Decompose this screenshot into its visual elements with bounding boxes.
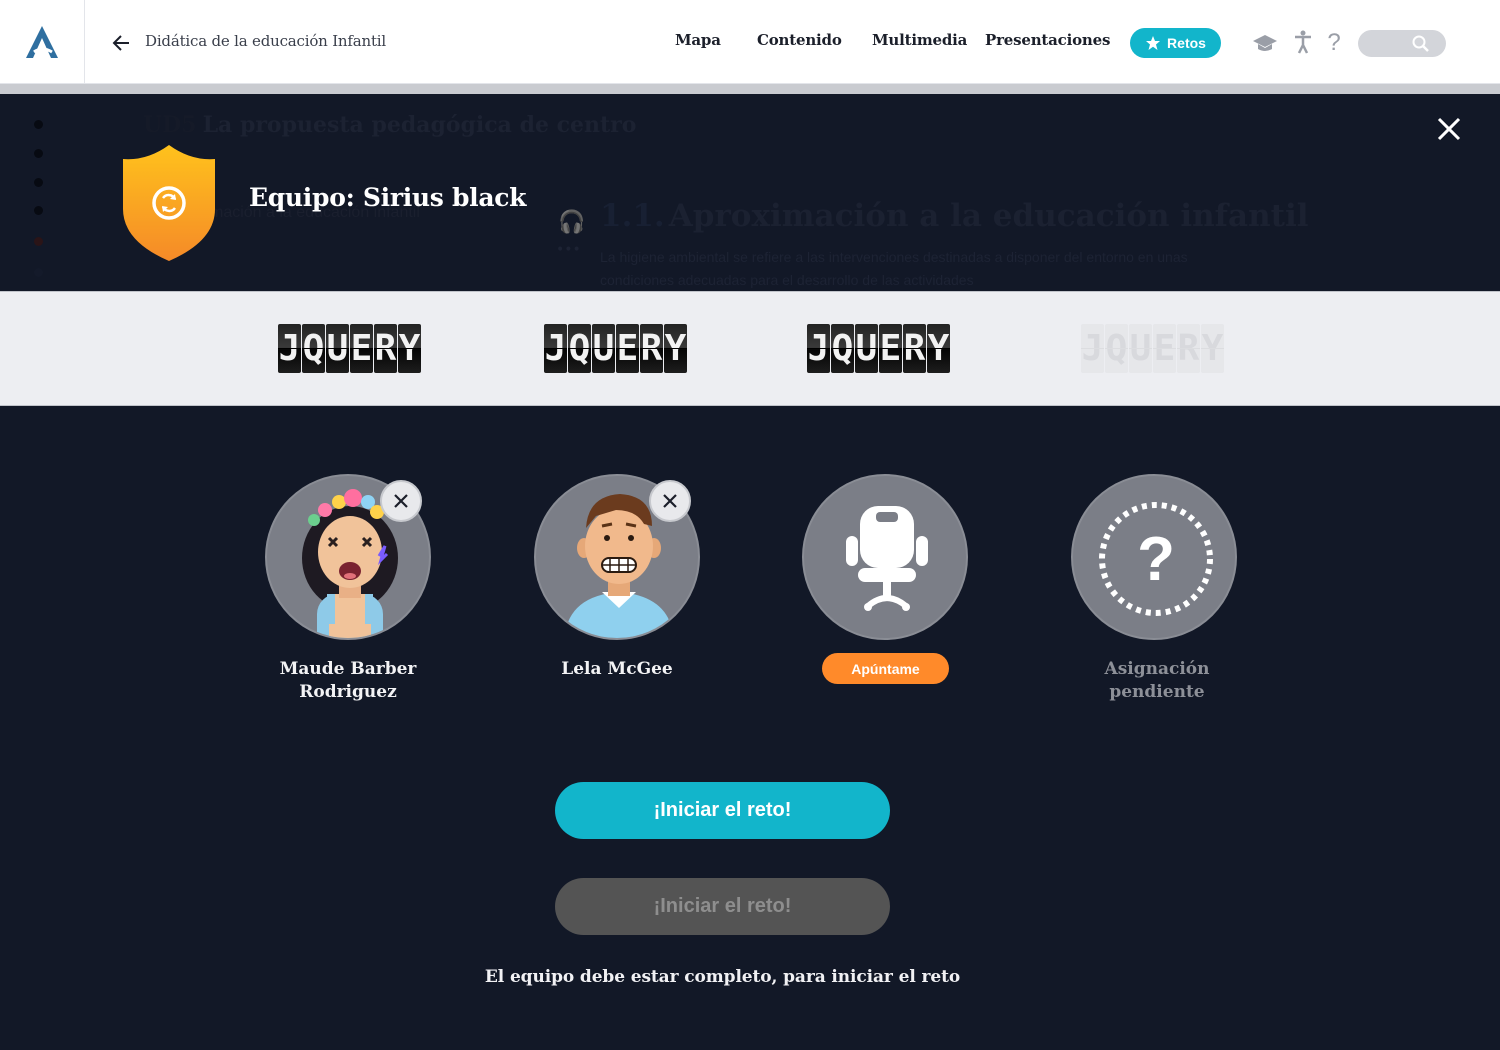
- headphones-icon: 🎧: [558, 210, 586, 235]
- svg-text:?: ?: [1137, 525, 1175, 594]
- more-icon: •••: [556, 242, 581, 258]
- flip-letter-tile: R: [903, 324, 926, 373]
- flip-letter-tile: Q: [302, 324, 325, 373]
- star-icon: [1146, 36, 1161, 50]
- breadcrumb[interactable]: Didática de la educación Infantil: [145, 32, 386, 50]
- remove-member-button[interactable]: [649, 480, 691, 522]
- flip-word: JQUERY: [807, 324, 950, 373]
- flip-letter-tile: U: [326, 324, 349, 373]
- flip-letter-tile: Y: [927, 324, 950, 373]
- team-incomplete-hint: El equipo debe estar completo, para inic…: [484, 967, 961, 987]
- flip-letter-tile: J: [544, 324, 567, 373]
- top-navigation-bar: Didática de la educación Infantil Mapa C…: [0, 0, 1500, 84]
- header-shadow-strip: [0, 84, 1500, 94]
- section-text: La higiene ambiental se refiere a las in…: [600, 249, 1188, 288]
- retos-label: Retos: [1167, 35, 1206, 51]
- unit-heading: UD5 La propuesta pedagógica de centro: [143, 112, 637, 138]
- flip-letter-tile: E: [1153, 324, 1176, 373]
- progress-dot: [34, 149, 43, 158]
- nav-presentaciones[interactable]: Presentaciones: [985, 31, 1110, 49]
- question-mark-icon: ?: [1071, 474, 1237, 640]
- flip-letter-tile: Q: [568, 324, 591, 373]
- join-team-button[interactable]: Apúntame: [822, 653, 949, 684]
- flip-word: JQUERY: [278, 324, 421, 373]
- nav-multimedia[interactable]: Multimedia: [872, 31, 967, 49]
- search-input[interactable]: [1358, 30, 1446, 57]
- flip-letter-tile: Q: [1105, 324, 1128, 373]
- nav-contenido[interactable]: Contenido: [757, 31, 842, 49]
- retos-button[interactable]: Retos: [1130, 28, 1221, 58]
- flip-letter-tile: E: [879, 324, 902, 373]
- progress-dot: [34, 237, 43, 246]
- flip-letter-tile: Y: [398, 324, 421, 373]
- flip-letter-tile: J: [1081, 324, 1104, 373]
- flip-letter-tile: U: [855, 324, 878, 373]
- flip-letter-tile: J: [807, 324, 830, 373]
- logo-icon[interactable]: [0, 0, 85, 84]
- section-title: 1.1. Aproximación a la educación infantil: [600, 198, 1309, 234]
- start-challenge-button-disabled: ¡Iniciar el reto!: [555, 878, 890, 935]
- member-name: Maude Barber Rodriguez: [279, 659, 417, 702]
- accessibility-icon[interactable]: [1292, 30, 1314, 56]
- close-icon[interactable]: [1434, 114, 1464, 144]
- flip-letter-tile: U: [592, 324, 615, 373]
- member-name: Asignación pendiente: [1104, 659, 1210, 702]
- flip-letter-tile: R: [640, 324, 663, 373]
- flip-letter-tile: Y: [664, 324, 687, 373]
- back-arrow-icon[interactable]: [108, 30, 134, 56]
- remove-member-button[interactable]: [380, 480, 422, 522]
- team-title: Equipo: Sirius black: [249, 183, 527, 212]
- graduation-cap-icon[interactable]: [1251, 30, 1279, 56]
- progress-dot: [34, 206, 43, 215]
- member-name: Lela McGee: [561, 659, 673, 679]
- challenge-words-band: JQUERY JQUERY JQUERY JQUERY: [0, 291, 1500, 406]
- flip-letter-tile: Y: [1201, 324, 1224, 373]
- help-icon[interactable]: ?: [1324, 29, 1344, 56]
- progress-dot: [34, 120, 43, 129]
- flip-letter-tile: J: [278, 324, 301, 373]
- nav-mapa[interactable]: Mapa: [675, 31, 721, 49]
- flip-letter-tile: E: [616, 324, 639, 373]
- empty-chair-icon[interactable]: [802, 474, 968, 640]
- team-member-slot: [802, 474, 968, 640]
- progress-dot: [34, 178, 43, 187]
- flip-letter-tile: R: [374, 324, 397, 373]
- team-member-slot: ?: [1071, 474, 1237, 640]
- shield-refresh-icon: [123, 145, 215, 261]
- progress-dot: [34, 268, 43, 277]
- flip-letter-tile: E: [350, 324, 373, 373]
- flip-word-locked: JQUERY: [1081, 324, 1224, 373]
- flip-word: JQUERY: [544, 324, 687, 373]
- flip-letter-tile: Q: [831, 324, 854, 373]
- dimmed-background-page: UD5 La propuesta pedagógica de centro mac…: [0, 94, 1500, 294]
- flip-letter-tile: U: [1129, 324, 1152, 373]
- search-icon: [1412, 35, 1429, 52]
- start-challenge-button[interactable]: ¡Iniciar el reto!: [555, 782, 890, 839]
- flip-letter-tile: R: [1177, 324, 1200, 373]
